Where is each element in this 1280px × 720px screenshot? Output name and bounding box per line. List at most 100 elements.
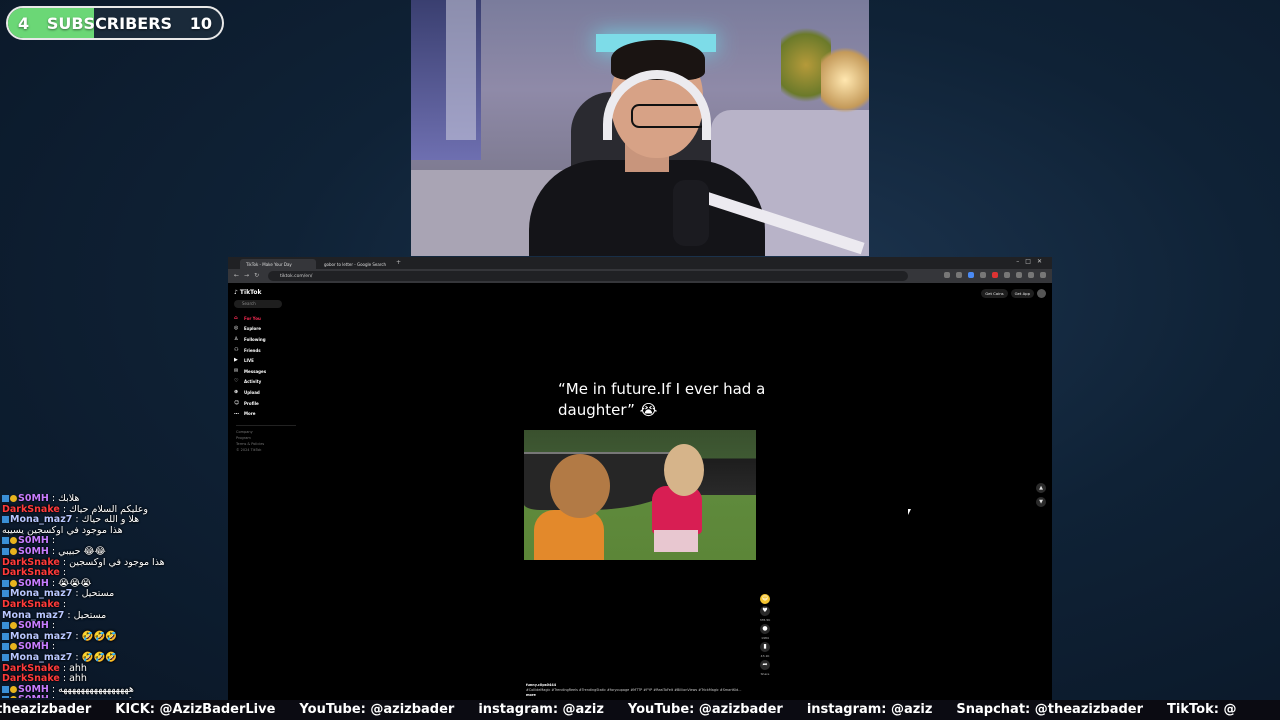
video-author[interactable]: funny.clips0444 (526, 683, 556, 687)
comment-icon[interactable]: ● (760, 624, 770, 634)
chat-username[interactable]: Mona_maz7 (10, 514, 72, 525)
minimize-icon[interactable]: – (1016, 258, 1025, 265)
message-icon: ✉ (234, 367, 239, 374)
sidebar-item-explore[interactable]: ◎ Explore (234, 324, 294, 335)
chevron-down-icon[interactable]: ▼ (1036, 497, 1046, 507)
chat-username[interactable]: DarkSnake (2, 557, 60, 568)
star-icon[interactable] (956, 272, 962, 278)
extension-icon[interactable] (992, 272, 998, 278)
feed-navigation: ▲ ▼ (1036, 483, 1046, 507)
video-action-bar: 😄 ♥ 335.5K ● 1984 ▮ 43.1K ➦ Share (758, 594, 772, 676)
extension-icon[interactable] (980, 272, 986, 278)
chat-username[interactable]: DarkSnake (2, 663, 60, 674)
zoom-icon[interactable] (944, 272, 950, 278)
tab-label: gobor to letter - Google Search (324, 261, 387, 267)
sidebar-item-live[interactable]: ▶ LIVE (234, 355, 294, 366)
chat-username[interactable]: S0MH (18, 641, 49, 653)
chat-username[interactable]: DarkSnake (2, 567, 60, 578)
chat-username[interactable]: S0MH (18, 620, 49, 631)
avatar[interactable] (1037, 289, 1046, 298)
video-boy-body (534, 510, 604, 560)
menu-icon[interactable] (1040, 272, 1046, 278)
chat-separator: : (72, 514, 82, 526)
chat-username[interactable]: S0MH (18, 546, 49, 557)
video-meta: funny.clips0444 #CollideMagic #TrendingR… (526, 683, 746, 698)
subscriber-badge-icon (10, 643, 17, 651)
sidebar-nav: ⌂ For You ◎ Explore ♙ Following ⚇ Friends ▶ LIVE ✉… (234, 313, 294, 419)
sidebar-item-upload[interactable]: ⊕ Upload (234, 387, 294, 398)
back-icon[interactable]: ← (234, 272, 244, 279)
video-player[interactable] (524, 430, 756, 560)
forward-icon[interactable]: → (244, 272, 254, 279)
close-icon[interactable]: ✕ (1037, 258, 1048, 265)
mouse-cursor (908, 509, 911, 515)
sidebar-item-label: Upload (244, 389, 260, 395)
video-hashtags[interactable]: #CollideMagic #TrendingReels #TrendingSt… (526, 688, 742, 692)
ticker-item: YouTube: @azizbader (299, 702, 455, 717)
more-link[interactable]: more (526, 693, 536, 697)
share-icon[interactable]: ➦ (760, 660, 770, 670)
window-controls[interactable]: –□✕ (1016, 258, 1048, 265)
social-ticker: theazizbader KICK: @AzizBaderLive YouTube:… (0, 700, 1280, 720)
sidebar-item-for-you[interactable]: ⌂ For You (234, 313, 294, 324)
tiktok-logo[interactable]: ♪ TikTok (234, 289, 261, 296)
chat-username[interactable]: S0MH (18, 694, 49, 698)
chat-username[interactable]: Mona_maz7 (10, 652, 72, 663)
chat-text: هذا موجود في اوكسجين (69, 556, 165, 568)
puzzle-icon[interactable] (1016, 272, 1022, 278)
chat-text: 🤣🤣🤣 (81, 651, 118, 663)
extension-icon[interactable] (1004, 272, 1010, 278)
chat-username[interactable]: Mona_maz7 (2, 610, 64, 621)
search-input[interactable]: Search (234, 300, 282, 308)
sidebar-item-label: More (244, 411, 256, 417)
get-coins-button[interactable]: Get Coins (981, 289, 1008, 298)
profile-icon[interactable] (1028, 272, 1034, 278)
chat-text: حبيبي 😂😂 (58, 545, 106, 557)
sidebar-item-profile[interactable]: ☺ Profile (234, 398, 294, 409)
chat-username[interactable]: DarkSnake (2, 504, 60, 515)
subscriber-badge-icon (10, 685, 17, 693)
ticker-item: Snapchat: @theazizbader (956, 702, 1144, 717)
platform-badge-icon (2, 516, 9, 524)
heart-icon[interactable]: ♥ (760, 606, 770, 616)
platform-badge-icon (2, 590, 9, 598)
profile-icon: ☺ (234, 399, 240, 406)
plus-icon[interactable]: + (396, 259, 401, 266)
sidebar-footer: Company Program Terms & Policies © 2024 … (236, 425, 296, 453)
sidebar-item-friends[interactable]: ⚇ Friends (234, 345, 294, 356)
ticker-item: YouTube: @azizbader (627, 702, 783, 717)
chat-separator: : (59, 503, 70, 515)
platform-badge-icon (2, 547, 9, 555)
platform-badge-icon (2, 537, 9, 545)
chat-username[interactable]: S0MH (18, 494, 49, 504)
chat-text: وعليكم السلام حياك (69, 503, 148, 515)
sidebar-item-activity[interactable]: ♡ Activity (234, 377, 294, 388)
chat-separator: : (48, 545, 59, 557)
sidebar-item-label: Friends (244, 347, 261, 353)
extension-icon[interactable] (968, 272, 974, 278)
subscriber-goal-bar: 4 SUBSCRIBERS 10 (6, 6, 224, 40)
chevron-up-icon[interactable]: ▲ (1036, 483, 1046, 493)
video-caption: “Me in future.If I ever had a daughter” … (558, 380, 766, 419)
bookmark-icon[interactable]: ▮ (760, 642, 770, 652)
address-bar[interactable]: tiktok.com/en/ (268, 271, 908, 281)
sidebar-item-following[interactable]: ♙ Following (234, 334, 294, 345)
creator-avatar-icon[interactable]: 😄 (760, 594, 770, 604)
subscriber-badge-icon (10, 537, 17, 545)
tab-google-search[interactable]: gobor to letter - Google Search (318, 259, 394, 269)
tab-label: TikTok - Make Your Day (246, 261, 292, 267)
tab-tiktok[interactable]: TikTok - Make Your Day (240, 259, 316, 269)
subscriber-target-count: 10 (189, 13, 212, 33)
subscriber-badge-icon (10, 622, 17, 630)
chat-username[interactable]: DarkSnake (2, 599, 60, 610)
maximize-icon[interactable]: □ (1025, 258, 1037, 265)
url-text: tiktok.com/en/ (280, 273, 313, 279)
get-app-button[interactable]: Get App (1010, 289, 1034, 298)
chat-username[interactable]: Mona_maz7 (10, 588, 72, 600)
chat-username[interactable]: DarkSnake (2, 673, 60, 684)
chat-username[interactable]: S0MH (18, 535, 49, 547)
reload-icon[interactable]: ↻ (254, 272, 264, 279)
sidebar-item-messages[interactable]: ✉ Messages (234, 366, 294, 377)
sidebar-item-more[interactable]: … More (234, 408, 294, 419)
friends-icon: ⚇ (234, 346, 239, 353)
